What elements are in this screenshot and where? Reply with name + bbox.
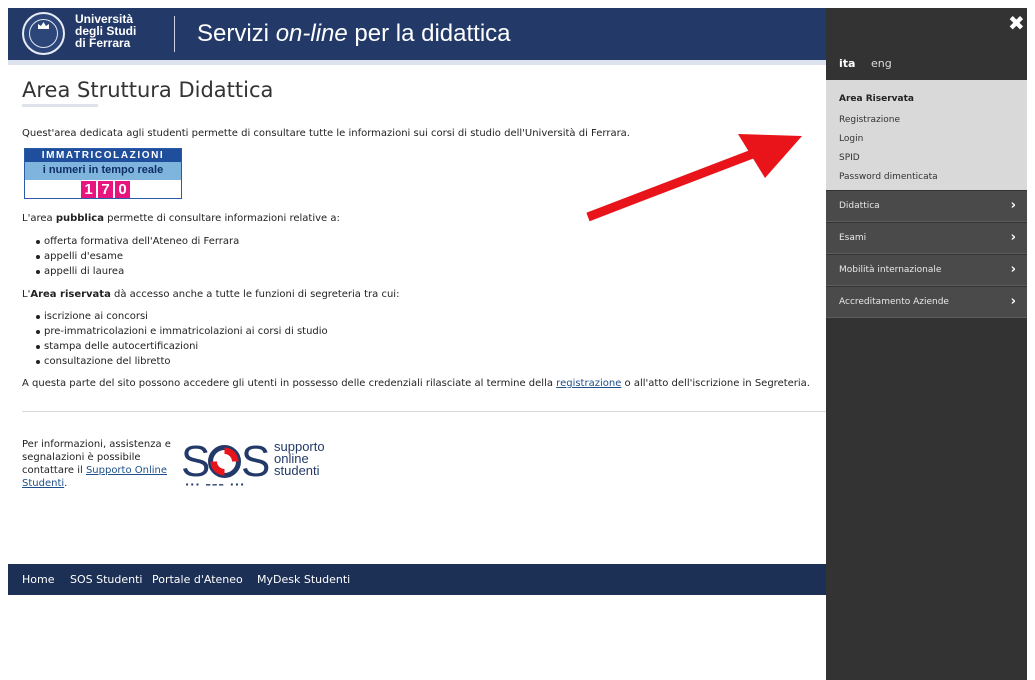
language-eng[interactable]: eng: [871, 57, 892, 70]
area-riservata-section: Area Riservata Registrazione Login SPID …: [826, 80, 1027, 190]
footer-link-mydesk-studenti[interactable]: MyDesk Studenti: [257, 573, 350, 586]
banner-digit: 1: [81, 181, 96, 198]
chevron-right-icon: ›: [1010, 198, 1016, 213]
language-ita[interactable]: ita: [839, 57, 855, 70]
crown-icon: [38, 22, 49, 29]
list-item: appelli d'esame: [35, 249, 239, 264]
area-riservata-title: Area Riservata: [839, 94, 914, 104]
access-post: o all'atto dell'iscrizione in Segreteria…: [621, 378, 810, 389]
registrazione-link[interactable]: registrazione: [556, 378, 621, 389]
page-title: Area Struttura Didattica: [22, 78, 274, 102]
menu-item-label: Mobilità internazionale: [839, 265, 942, 275]
red-arrow-annotation: [586, 134, 802, 222]
menu-item-label: Esami: [839, 233, 867, 243]
menu-item-esami[interactable]: Esami ›: [826, 223, 1027, 254]
footer-link-sos-studenti[interactable]: SOS Studenti: [70, 573, 142, 586]
reserved-area-list: iscrizione ai concorsi pre-immatricolazi…: [36, 309, 328, 369]
footer-link-home[interactable]: Home: [22, 573, 54, 586]
sos-morse-dots: ··· ––– ···: [185, 478, 246, 491]
chevron-right-icon: ›: [1010, 230, 1016, 245]
access-pre: A questa parte del sito possono accedere…: [22, 378, 557, 389]
chevron-right-icon: ›: [1010, 262, 1016, 277]
close-icon[interactable]: ✖: [1008, 13, 1025, 33]
sos-tagline-line: studenti: [274, 463, 320, 478]
university-name-line3: di Ferrara: [75, 36, 131, 50]
reserved-area-text: L'Area riservata dà accesso anche a tutt…: [22, 288, 399, 301]
site-title: Servizi on-line per la didattica: [197, 21, 511, 47]
list-item: stampa delle autocertificazioni: [36, 339, 328, 354]
sos-letter: S: [241, 437, 271, 486]
header-strip: [8, 60, 826, 65]
public-area-bold: pubblica: [55, 213, 104, 224]
site-title-prefix: Servizi: [197, 20, 276, 47]
list-item: appelli di laurea: [35, 264, 239, 279]
banner-heading: IMMATRICOLAZIONI: [25, 149, 181, 162]
university-seal-logo[interactable]: [22, 12, 65, 55]
access-text: A questa parte del sito possono accedere…: [22, 377, 810, 390]
intro-text: Quest'area dedicata agli studenti permet…: [22, 128, 630, 139]
support-info-post: .: [64, 478, 68, 489]
banner-counter: 1 7 0: [81, 181, 130, 198]
lifebuoy-icon: [208, 445, 241, 478]
site-footer: Home SOS Studenti Portale d'Ateneo MyDes…: [8, 564, 826, 595]
reserved-area-bold: Area riservata: [30, 289, 111, 300]
menu-item-spid[interactable]: SPID: [839, 153, 860, 163]
list-item: offerta formativa dell'Ateneo di Ferrara: [35, 236, 240, 247]
immatricolazioni-banner[interactable]: IMMATRICOLAZIONI i numeri in tempo reale…: [24, 148, 182, 199]
public-area-list: offerta formativa dell'Ateneo di Ferrara…: [35, 234, 240, 279]
public-area-post: permette di consultare informazioni rela…: [103, 213, 340, 224]
menu-item-mobilita-internazionale[interactable]: Mobilità internazionale ›: [826, 255, 1027, 286]
title-underline: [22, 104, 98, 107]
public-area-pre: L'area: [22, 213, 56, 224]
sos-logo[interactable]: S S supporto online studenti ··· ––– ···: [181, 437, 341, 492]
list-item: iscrizione ai concorsi: [36, 309, 328, 324]
menu-item-registrazione[interactable]: Registrazione: [839, 115, 900, 125]
section-divider: [22, 411, 826, 412]
menu-item-label: Accreditamento Aziende: [839, 297, 949, 307]
menu-item-didattica[interactable]: Didattica ›: [826, 191, 1027, 222]
menu-item-label: Didattica: [839, 201, 880, 211]
public-area-text: L'area pubblica permette di consultare i…: [22, 212, 340, 225]
footer-link-portale-ateneo[interactable]: Portale d'Ateneo: [152, 573, 243, 586]
side-menu-panel: ✖ ita eng Area Riservata Registrazione L…: [826, 8, 1027, 680]
banner-digit: 7: [98, 181, 113, 198]
site-title-italic: on-line: [275, 20, 348, 47]
menu-item-password-dimenticata[interactable]: Password dimenticata: [839, 172, 938, 182]
reserved-area-post: dà accesso anche a tutte le funzioni di …: [110, 289, 400, 300]
list-item: pre-immatricolazioni e immatricolazioni …: [36, 326, 328, 337]
support-info-text: Per informazioni, assistenza e segnalazi…: [22, 438, 174, 490]
sos-tagline: supporto online studenti: [274, 440, 325, 478]
menu-item-accreditamento-aziende[interactable]: Accreditamento Aziende ›: [826, 287, 1027, 318]
header-divider: [174, 16, 175, 52]
site-header: Università degli Studi di Ferrara Serviz…: [8, 8, 826, 60]
university-name[interactable]: Università degli Studi di Ferrara: [75, 13, 136, 49]
banner-digit: 0: [115, 181, 130, 198]
banner-subheading: i numeri in tempo reale: [25, 162, 181, 180]
list-item: consultazione del libretto: [36, 354, 328, 369]
site-title-suffix: per la didattica: [347, 20, 511, 47]
chevron-right-icon: ›: [1010, 294, 1016, 309]
menu-item-login[interactable]: Login: [839, 134, 863, 144]
